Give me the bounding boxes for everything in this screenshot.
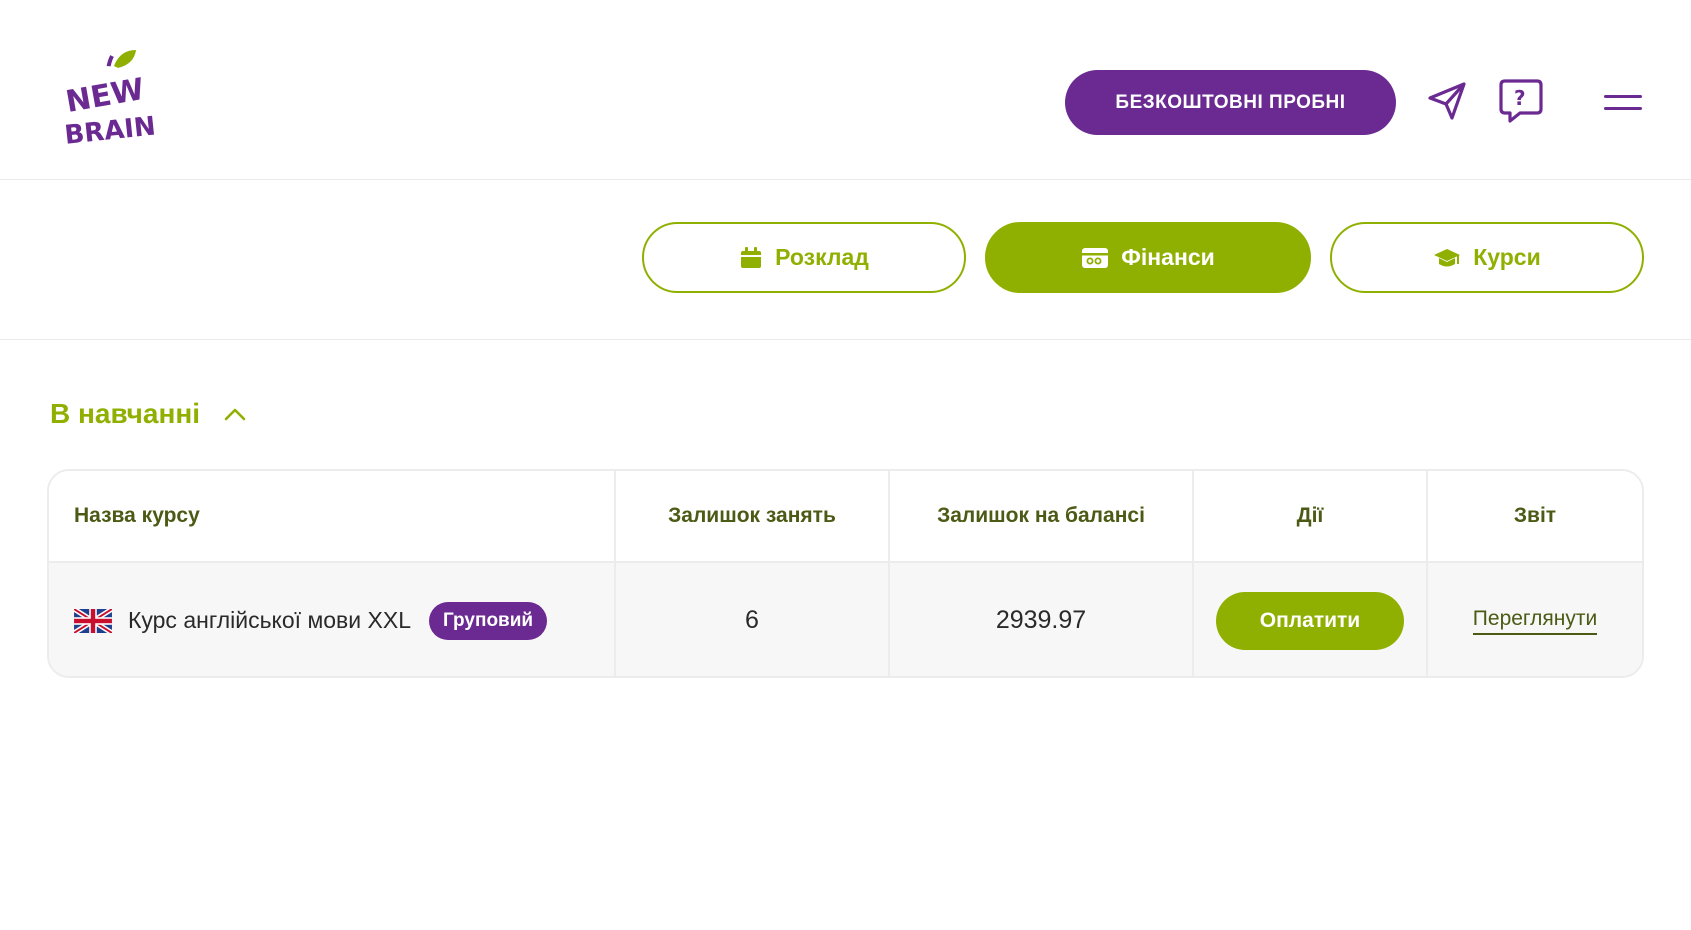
column-header-course: Назва курсу (74, 504, 200, 527)
pay-button[interactable]: Оплатити (1216, 591, 1404, 650)
free-trial-button[interactable]: БЕЗКОШТОВНІ ПРОБНІ (1065, 70, 1396, 135)
section-in-study-toggle[interactable]: В навчанні (50, 398, 246, 430)
uk-flag-icon (74, 608, 112, 633)
column-header-report: Звіт (1513, 504, 1557, 527)
graduation-cap-icon (1434, 248, 1461, 266)
lessons-left-value: 6 (745, 606, 759, 634)
send-icon[interactable] (1424, 78, 1470, 124)
new-brain-logo[interactable]: NEW BRAIN (62, 48, 157, 152)
calendar-icon (741, 246, 762, 268)
course-name: Курс англійської мови XXL (128, 607, 411, 633)
header: NEW BRAIN БЕЗКОШТОВНІ ПРОБНІ ? (0, 0, 1691, 180)
column-header-lessons-left: Залишок занять (668, 504, 836, 527)
tab-courses-label: Курси (1473, 244, 1541, 270)
help-icon[interactable]: ? (1497, 76, 1545, 126)
column-header-balance: Залишок на балансі (937, 504, 1145, 527)
table-row: Курс англійської мови XXL Груповий 6 293… (49, 563, 1642, 676)
chevron-up-icon (224, 408, 246, 421)
section-nav: Розклад Фінанси Курси (0, 181, 1691, 340)
wallet-icon (1082, 247, 1109, 268)
tab-finance[interactable]: Фінанси (985, 222, 1311, 293)
tab-finance-label: Фінанси (1121, 244, 1215, 270)
view-report-link[interactable]: Переглянути (1472, 607, 1598, 635)
tab-schedule-label: Розклад (775, 244, 869, 270)
tab-schedule[interactable]: Розклад (642, 222, 966, 293)
menu-icon[interactable] (1604, 88, 1644, 118)
table-header-row: Назва курсу Залишок занять Залишок на ба… (49, 471, 1642, 563)
courses-table: Назва курсу Залишок занять Залишок на ба… (47, 469, 1644, 678)
svg-text:?: ? (1514, 86, 1526, 110)
tab-courses[interactable]: Курси (1330, 222, 1644, 293)
balance-value: 2939.97 (995, 606, 1087, 634)
section-title: В навчанні (50, 398, 201, 429)
course-type-badge: Груповий (429, 601, 548, 640)
column-header-actions: Дії (1296, 504, 1324, 527)
